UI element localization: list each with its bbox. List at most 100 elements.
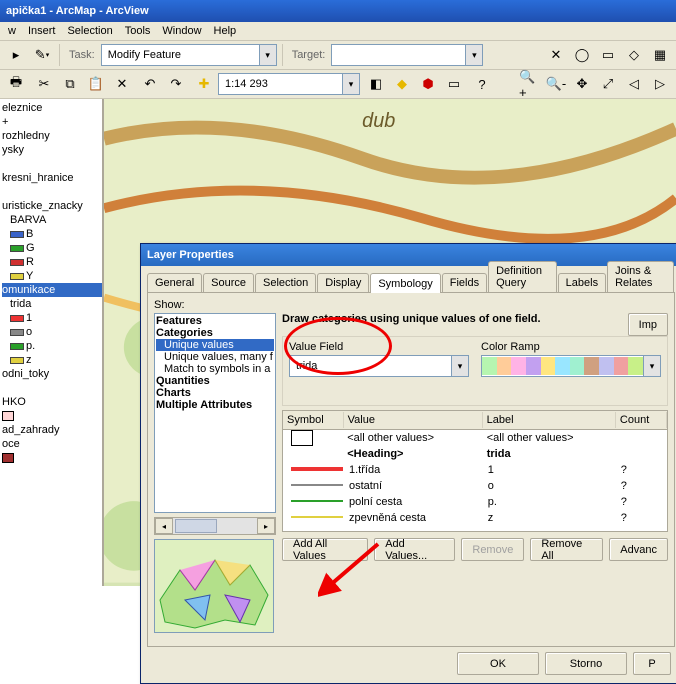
ok-button[interactable]: OK	[457, 652, 539, 675]
command-line-icon[interactable]: ▭	[442, 72, 466, 96]
menu-item[interactable]: Tools	[119, 23, 157, 39]
add-values-button[interactable]: Add Values...	[374, 538, 455, 561]
toc-item[interactable]: Y	[2, 269, 102, 283]
toc-item[interactable]: eleznice	[2, 101, 102, 115]
toc-item[interactable]: odni_toky	[2, 367, 102, 381]
zoom-out-icon[interactable]: 🔍-	[544, 72, 568, 96]
show-list-item[interactable]: Unique values, many f	[156, 351, 274, 363]
show-list[interactable]: FeaturesCategoriesUnique valuesUnique va…	[154, 313, 276, 513]
add-data-icon[interactable]: ✚	[192, 72, 216, 96]
toc-item[interactable]: z	[2, 353, 102, 367]
grid-row[interactable]: zpevněná cestaz?	[283, 510, 667, 526]
editor-toolbar-icon[interactable]: ◧	[364, 72, 388, 96]
grid-row[interactable]: 1.třída1?	[283, 462, 667, 478]
remove-button[interactable]: Remove	[461, 538, 524, 561]
dropdown-arrow-icon[interactable]: ▾	[342, 74, 359, 94]
col-value[interactable]: Value	[344, 412, 483, 428]
show-list-item[interactable]: Match to symbols in a	[156, 363, 274, 375]
grid-row[interactable]: <all other values><all other values>	[283, 430, 667, 446]
show-list-scrollbar[interactable]: ◂ ▸	[154, 517, 276, 535]
value-field-combo[interactable]: trida ▾	[289, 355, 469, 377]
show-list-item[interactable]: Multiple Attributes	[156, 399, 274, 411]
col-symbol[interactable]: Symbol	[283, 412, 344, 428]
table-of-contents[interactable]: eleznice+rozhlednyyskykresni_hraniceuris…	[0, 99, 104, 586]
show-list-item[interactable]: Quantities	[156, 375, 274, 387]
show-list-item[interactable]: Categories	[156, 327, 274, 339]
tab-symbology[interactable]: Symbology	[370, 273, 440, 293]
tab-source[interactable]: Source	[203, 273, 254, 292]
sketch-misc-icon[interactable]: ▦	[648, 43, 672, 67]
arccatalog-icon[interactable]: ◆	[390, 72, 414, 96]
show-list-item[interactable]: Charts	[156, 387, 274, 399]
tab-joins-relates[interactable]: Joins & Relates	[607, 261, 674, 292]
undo-icon[interactable]: ↶	[138, 72, 162, 96]
toc-item[interactable]	[2, 381, 102, 395]
grid-row[interactable]: ostatnío?	[283, 478, 667, 494]
target-combo[interactable]: ▾	[331, 44, 483, 66]
toc-item[interactable]: rozhledny	[2, 129, 102, 143]
toc-item[interactable]: +	[2, 115, 102, 129]
toc-item[interactable]	[2, 157, 102, 171]
grid-row[interactable]: polní cestap.?	[283, 494, 667, 510]
delete-icon[interactable]: ✕	[110, 72, 134, 96]
tab-definition-query[interactable]: Definition Query	[488, 261, 557, 292]
toc-item[interactable]: kresni_hranice	[2, 171, 102, 185]
scroll-left-icon[interactable]: ◂	[155, 518, 173, 534]
zoom-in-icon[interactable]: 🔍+	[518, 72, 542, 96]
redo-icon[interactable]: ↷	[164, 72, 188, 96]
col-label[interactable]: Label	[483, 412, 616, 428]
toc-item[interactable]: p.	[2, 339, 102, 353]
tab-selection[interactable]: Selection	[255, 273, 316, 292]
apply-button[interactable]: P	[633, 652, 671, 675]
toc-item[interactable]	[2, 451, 102, 465]
copy-icon[interactable]: ⧉	[58, 72, 82, 96]
dialog-titlebar[interactable]: Layer Properties	[141, 244, 676, 266]
show-list-item[interactable]: Unique values	[156, 339, 274, 351]
menu-item[interactable]: Selection	[61, 23, 118, 39]
toc-item[interactable]	[2, 409, 102, 423]
dropdown-arrow-icon[interactable]: ▾	[643, 356, 660, 376]
toc-item[interactable]: R	[2, 255, 102, 269]
dropdown-arrow-icon[interactable]: ▾	[465, 45, 482, 65]
toolbox-icon[interactable]: ⬢	[416, 72, 440, 96]
grid-row[interactable]: <Heading>trida	[283, 446, 667, 462]
tab-labels[interactable]: Labels	[558, 273, 606, 292]
print-icon[interactable]: 🖶	[4, 72, 28, 96]
pan-icon[interactable]: ✥	[570, 72, 594, 96]
sketch-x-icon[interactable]: ✕	[544, 43, 568, 67]
toc-item[interactable]: omunikace	[2, 283, 102, 297]
tab-general[interactable]: General	[147, 273, 202, 292]
toc-item[interactable]: B	[2, 227, 102, 241]
pointer-icon[interactable]: ▸	[4, 43, 28, 67]
menu-item[interactable]: Insert	[22, 23, 62, 39]
cancel-button[interactable]: Storno	[545, 652, 627, 675]
toc-item[interactable]: BARVA	[2, 213, 102, 227]
sketch-square-icon[interactable]: ▭	[596, 43, 620, 67]
tab-display[interactable]: Display	[317, 273, 369, 292]
scale-combo[interactable]: 1:14 293 ▾	[218, 73, 360, 95]
toc-item[interactable]: trida	[2, 297, 102, 311]
prev-extent-icon[interactable]: ◁	[622, 72, 646, 96]
color-ramp-combo[interactable]: ▾	[481, 355, 661, 377]
toc-item[interactable]: HKO	[2, 395, 102, 409]
pencil-icon[interactable]: ✎▾	[30, 43, 54, 67]
toc-item[interactable]: oce	[2, 437, 102, 451]
next-extent-icon[interactable]: ▷	[648, 72, 672, 96]
dropdown-arrow-icon[interactable]: ▾	[259, 45, 276, 65]
toc-item[interactable]: ad_zahrady	[2, 423, 102, 437]
toc-item[interactable]	[2, 185, 102, 199]
cut-icon[interactable]: ✂	[32, 72, 56, 96]
remove-all-button[interactable]: Remove All	[530, 538, 603, 561]
show-list-item[interactable]: Features	[156, 315, 274, 327]
col-count[interactable]: Count	[616, 412, 667, 428]
import-button[interactable]: Imp	[628, 313, 668, 336]
sketch-circle-icon[interactable]: ◯	[570, 43, 594, 67]
toc-item[interactable]: o	[2, 325, 102, 339]
toc-item[interactable]: uristicke_znacky	[2, 199, 102, 213]
menu-item[interactable]: Window	[156, 23, 207, 39]
add-all-values-button[interactable]: Add All Values	[282, 538, 368, 561]
help-icon[interactable]: ?	[470, 72, 494, 96]
advanced-button[interactable]: Advanc	[609, 538, 668, 561]
tab-fields[interactable]: Fields	[442, 273, 487, 292]
toc-item[interactable]: G	[2, 241, 102, 255]
